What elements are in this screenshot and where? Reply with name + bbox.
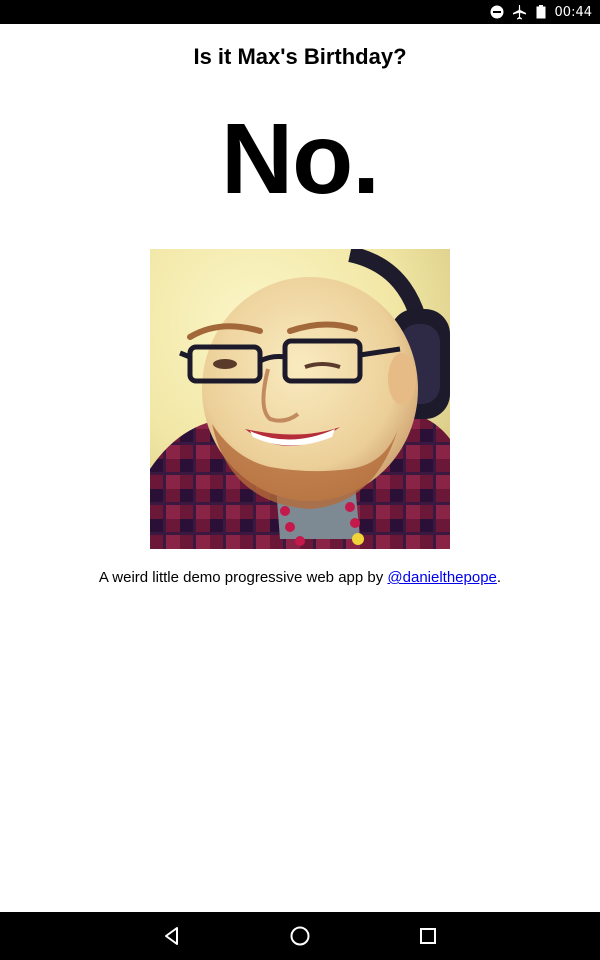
footer-suffix: . — [496, 569, 502, 586]
home-icon[interactable] — [285, 922, 315, 950]
status-bar: 00:44 — [0, 0, 600, 24]
main-content: Is it Max's Birthday? No. A weird little… — [0, 24, 600, 912]
recents-icon[interactable] — [413, 922, 443, 950]
navigation-bar — [0, 912, 600, 960]
answer-text: No. — [220, 103, 380, 215]
do-not-disturb-icon — [489, 4, 505, 20]
back-icon[interactable] — [157, 922, 187, 950]
battery-icon — [533, 4, 549, 20]
author-link[interactable]: @danielthepope — [387, 569, 496, 586]
photo-illustration — [150, 249, 450, 549]
footer-text: A weird little demo progressive web app … — [0, 569, 600, 586]
airplane-mode-icon — [511, 4, 527, 20]
max-photo — [150, 249, 450, 549]
page-title: Is it Max's Birthday? — [193, 44, 407, 69]
footer-prefix: A weird little demo progressive web app … — [98, 569, 388, 586]
clock-time: 00:44 — [554, 4, 592, 20]
